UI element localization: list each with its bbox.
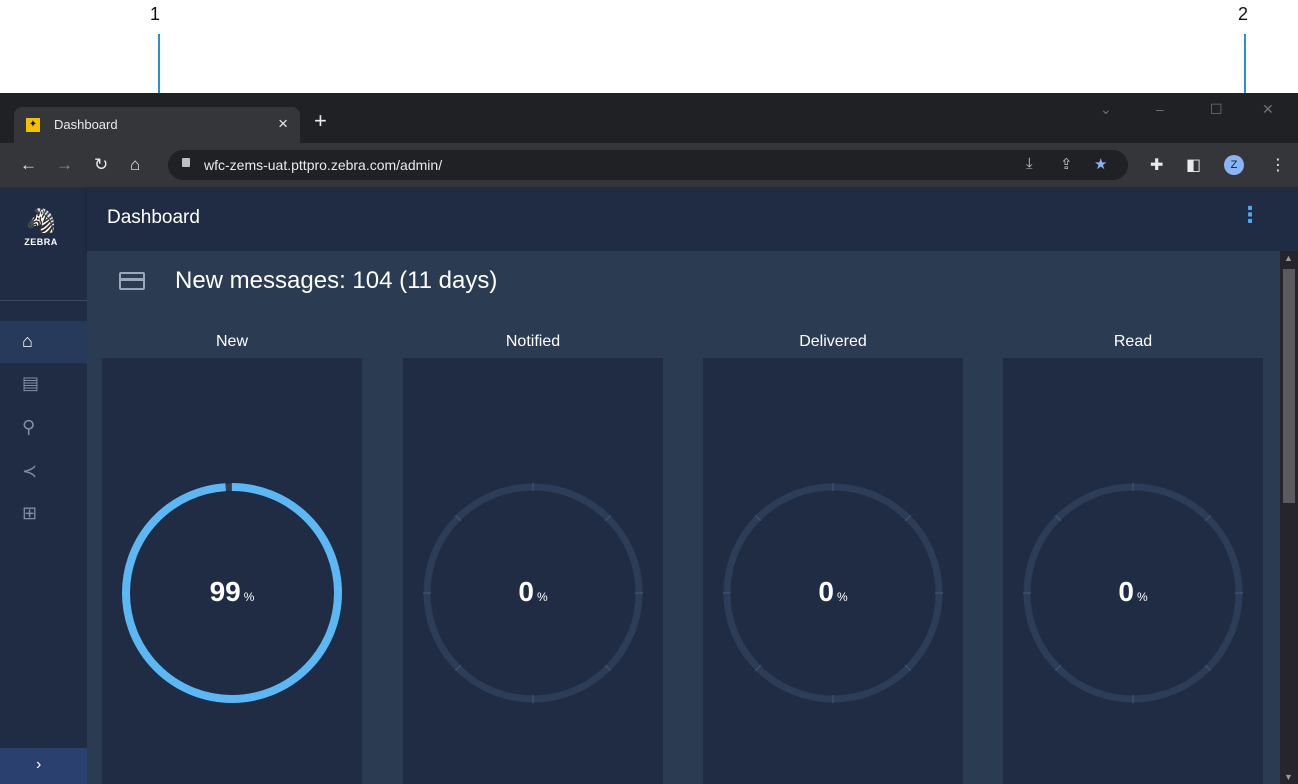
gauge-new (122, 483, 342, 703)
stat-label-notified: Notified (505, 333, 561, 350)
forward-arrow-icon[interactable]: → (56, 155, 73, 175)
address-bar[interactable]: wfc-zems-uat.pttpro.zebra.com/admin/ ⤓ ⇪… (168, 150, 1128, 180)
sidebar-item-hierarchy[interactable]: ⚲ (0, 407, 87, 449)
document-icon: ▤ (22, 373, 40, 393)
dashboard-content: New messages: 104 (11 days) New 99% Noti… (87, 251, 1280, 784)
sidebar-item-home[interactable]: ⌂ (0, 321, 87, 363)
sidebar-item-network[interactable]: ⊞ (0, 493, 87, 535)
stat-card-read: 0% (1003, 358, 1263, 784)
home-icon: ⌂ (22, 331, 33, 351)
tab-close-button[interactable]: × (278, 114, 288, 134)
gauge-fill-arc (122, 483, 342, 703)
stat-label-delivered: Delivered (799, 333, 867, 350)
tab-bar: ✦ Dashboard × + ⌄ – ☐ ✕ (0, 93, 1298, 143)
stat-card-delivered: 0% (703, 358, 963, 784)
lock-icon (182, 158, 190, 167)
gauge-read (1023, 483, 1243, 703)
url-text: wfc-zems-uat.pttpro.zebra.com/admin/ (204, 157, 443, 173)
tab-search-icon[interactable]: ⌄ (1100, 101, 1112, 118)
browser-toolbar: ← → ↻ ⌂ wfc-zems-uat.pttpro.zebra.com/ad… (0, 143, 1298, 187)
card-icon (119, 272, 145, 290)
callout-2: 2 (1238, 4, 1249, 24)
messages-summary-text: New messages: 104 (11 days) (175, 267, 498, 294)
side-panel-icon[interactable]: ◧ (1186, 155, 1201, 175)
hierarchy-icon: ⚲ (22, 417, 36, 437)
close-window-button[interactable]: ✕ (1262, 101, 1274, 118)
home-browser-icon[interactable]: ⌂ (130, 155, 140, 175)
gauge-notified (423, 483, 643, 703)
logo-text: ZEBRA (24, 237, 58, 247)
tab-title: Dashboard (54, 117, 118, 132)
stat-card-new: 99% (102, 358, 362, 784)
scroll-down-arrow-icon[interactable]: ▼ (1284, 772, 1293, 782)
browser-menu-icon[interactable]: ⋮ (1270, 155, 1286, 175)
back-arrow-icon[interactable]: ← (20, 155, 37, 175)
minimize-button[interactable]: – (1156, 101, 1164, 117)
chevron-right-icon: › (36, 756, 42, 773)
new-tab-button[interactable]: + (314, 110, 327, 132)
stat-card-notified: 0% (403, 358, 663, 784)
zebra-head-icon: 🦓 (26, 208, 56, 235)
zebra-logo: 🦓 ZEBRA (16, 207, 66, 247)
sidebar-item-documents[interactable]: ▤ (0, 363, 87, 405)
sidebar: 🦓 ZEBRA ⌂ ▤ ⚲ ≺ ⊞ › (0, 187, 87, 784)
sidebar-item-share[interactable]: ≺ (0, 451, 87, 493)
bookmark-star-icon[interactable]: ★ (1094, 155, 1107, 173)
share-icon: ≺ (22, 461, 38, 481)
reload-icon[interactable]: ↻ (94, 155, 108, 175)
browser-tab[interactable]: ✦ Dashboard × (14, 107, 300, 143)
app-container: 🦓 ZEBRA ⌂ ▤ ⚲ ≺ ⊞ › Dashboard ⋮ New mess… (0, 187, 1298, 784)
app-header: Dashboard ⋮ (87, 187, 1298, 251)
zebra-favicon-icon: ✦ (26, 118, 40, 132)
vertical-scrollbar[interactable]: ▲ ▼ (1280, 251, 1298, 784)
stat-label-read: Read (1113, 333, 1153, 350)
install-app-icon[interactable]: ⤓ (1026, 155, 1033, 172)
extensions-puzzle-icon[interactable]: ✚ (1150, 155, 1163, 175)
network-icon: ⊞ (22, 503, 38, 523)
scroll-thumb[interactable] (1283, 269, 1295, 503)
maximize-button[interactable]: ☐ (1210, 101, 1223, 118)
sidebar-expand-button[interactable]: › (0, 748, 87, 784)
callout-1: 1 (150, 4, 161, 24)
more-options-icon[interactable]: ⋮ (1239, 204, 1261, 226)
page-title: Dashboard (107, 207, 200, 228)
gauge-delivered (723, 483, 943, 703)
sidebar-divider (0, 300, 87, 301)
scroll-up-arrow-icon[interactable]: ▲ (1284, 253, 1293, 263)
profile-avatar[interactable]: Z (1224, 155, 1244, 175)
stat-label-new: New (215, 333, 248, 350)
share-page-icon[interactable]: ⇪ (1060, 155, 1073, 173)
